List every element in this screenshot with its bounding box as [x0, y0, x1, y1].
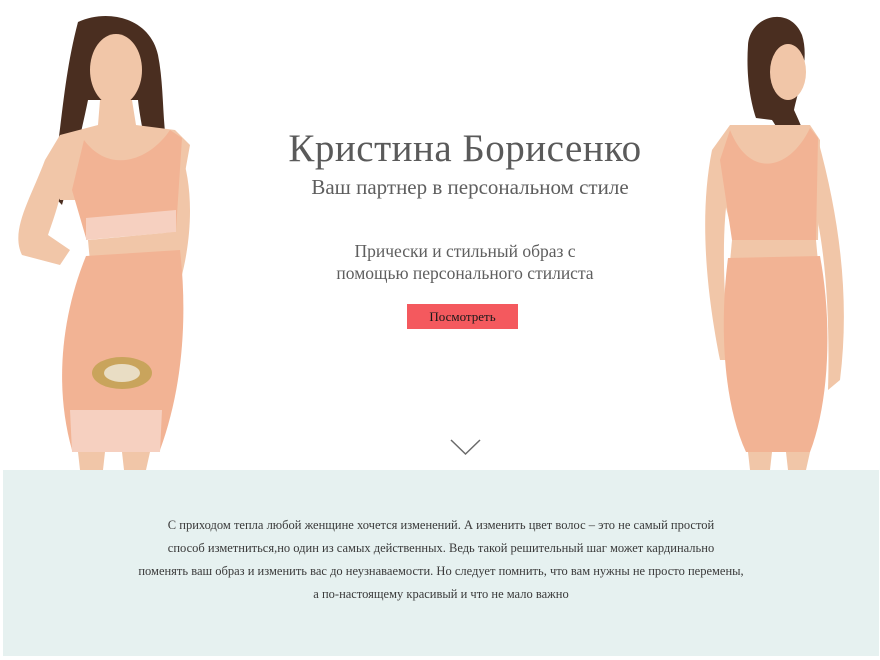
page-title: Кристина Борисенко	[288, 127, 642, 170]
info-line: способ изметниться,но один из самых дейс…	[167, 541, 715, 555]
hero-description: Прически и стильный образ с помощью перс…	[0, 240, 880, 284]
info-line: а по-настоящему красивый и что не мало в…	[313, 587, 569, 601]
scroll-down-button[interactable]	[449, 437, 482, 457]
model-photo-back	[690, 0, 880, 470]
info-paragraph: С приходом тепла любой женщине хочется и…	[3, 514, 879, 606]
hero-section: Кристина Борисенко Ваш партнер в персона…	[0, 0, 880, 470]
model-photo-front	[0, 0, 215, 470]
page-subtitle: Ваш партнер в персональном стиле	[311, 175, 629, 199]
info-line: С приходом тепла любой женщине хочется и…	[167, 518, 715, 532]
hero-description-line: помощью персонального стилиста	[336, 263, 594, 283]
info-line: поменять ваш образ и изменить вас до неу…	[138, 564, 744, 578]
info-section: С приходом тепла любой женщине хочется и…	[3, 470, 879, 656]
chevron-down-icon	[450, 439, 481, 456]
view-button[interactable]: Посмотреть	[407, 304, 518, 329]
hero-description-line: Прически и стильный образ с	[354, 241, 576, 261]
